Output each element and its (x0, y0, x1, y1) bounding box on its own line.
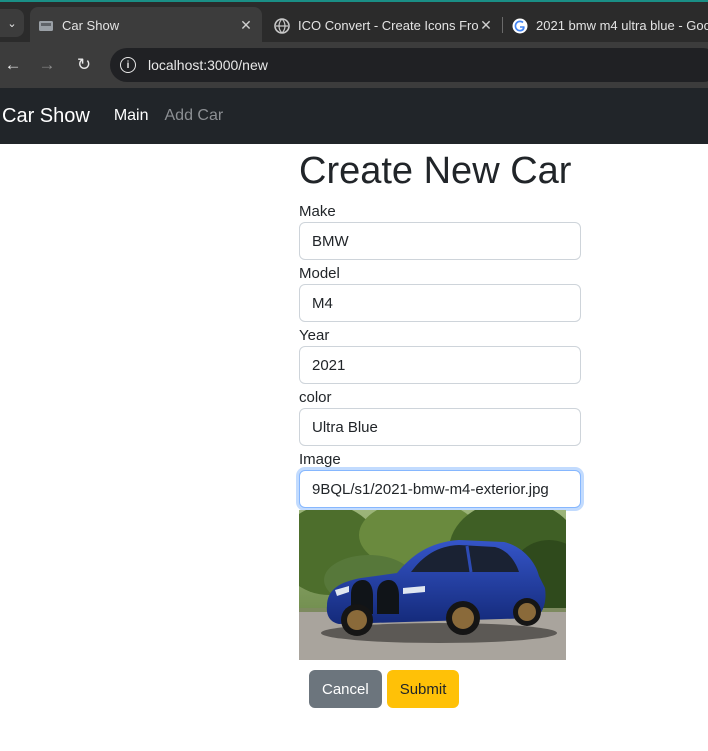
reload-icon[interactable]: ↻ (71, 52, 97, 78)
address-bar[interactable]: i localhost:3000/new (110, 48, 708, 82)
site-info-icon[interactable]: i (120, 57, 136, 73)
tab-ico-convert[interactable]: ICO Convert - Create Icons From ✕ (266, 7, 502, 44)
close-icon[interactable]: ✕ (238, 17, 254, 34)
model-label: Model (299, 265, 340, 282)
nav-link-add-car[interactable]: Add Car (165, 107, 224, 125)
cancel-button[interactable]: Cancel (309, 670, 382, 708)
page-favicon-icon (39, 20, 53, 31)
tab-title: Car Show (62, 18, 120, 33)
nav-link-main[interactable]: Main (114, 107, 149, 125)
google-favicon-icon (512, 18, 528, 33)
year-label: Year (299, 327, 330, 344)
color-label: color (299, 389, 332, 406)
close-icon[interactable]: ✕ (478, 17, 494, 34)
model-input[interactable] (299, 284, 581, 322)
browser-tab-strip: ⌄ Car Show ✕ ICO Convert - Create Icons … (0, 0, 708, 44)
app-navbar: Car Show Main Add Car (0, 88, 708, 144)
form-actions: Cancel Submit (309, 670, 460, 708)
make-label: Make (299, 203, 336, 220)
back-arrow-icon[interactable]: ← (0, 52, 26, 78)
image-url-input[interactable] (299, 470, 581, 508)
tab-separator (502, 17, 503, 33)
image-label: Image (299, 451, 341, 468)
car-image-preview (299, 510, 566, 660)
tab-car-show[interactable]: Car Show ✕ (30, 7, 262, 44)
navbar-brand[interactable]: Car Show (2, 105, 90, 128)
page-title: Create New Car (299, 150, 572, 192)
forward-arrow-icon[interactable]: → (34, 52, 60, 78)
tab-google-search[interactable]: 2021 bmw m4 ultra blue - Google (504, 7, 708, 44)
tab-title: 2021 bmw m4 ultra blue - Google (536, 18, 708, 33)
tab-menu-icon[interactable]: ⌄ (0, 9, 24, 37)
color-input[interactable] (299, 408, 581, 446)
tab-title: ICO Convert - Create Icons From (298, 18, 478, 33)
make-input[interactable] (299, 222, 581, 260)
browser-toolbar: ← → ↻ i localhost:3000/new (0, 42, 708, 88)
url-text: localhost:3000/new (148, 57, 268, 73)
submit-button[interactable]: Submit (386, 670, 460, 708)
year-input[interactable] (299, 346, 581, 384)
create-car-form: Create New Car Make Model Year color Ima… (299, 150, 581, 512)
ico-convert-favicon-icon (274, 17, 290, 34)
car-photo (299, 510, 566, 660)
